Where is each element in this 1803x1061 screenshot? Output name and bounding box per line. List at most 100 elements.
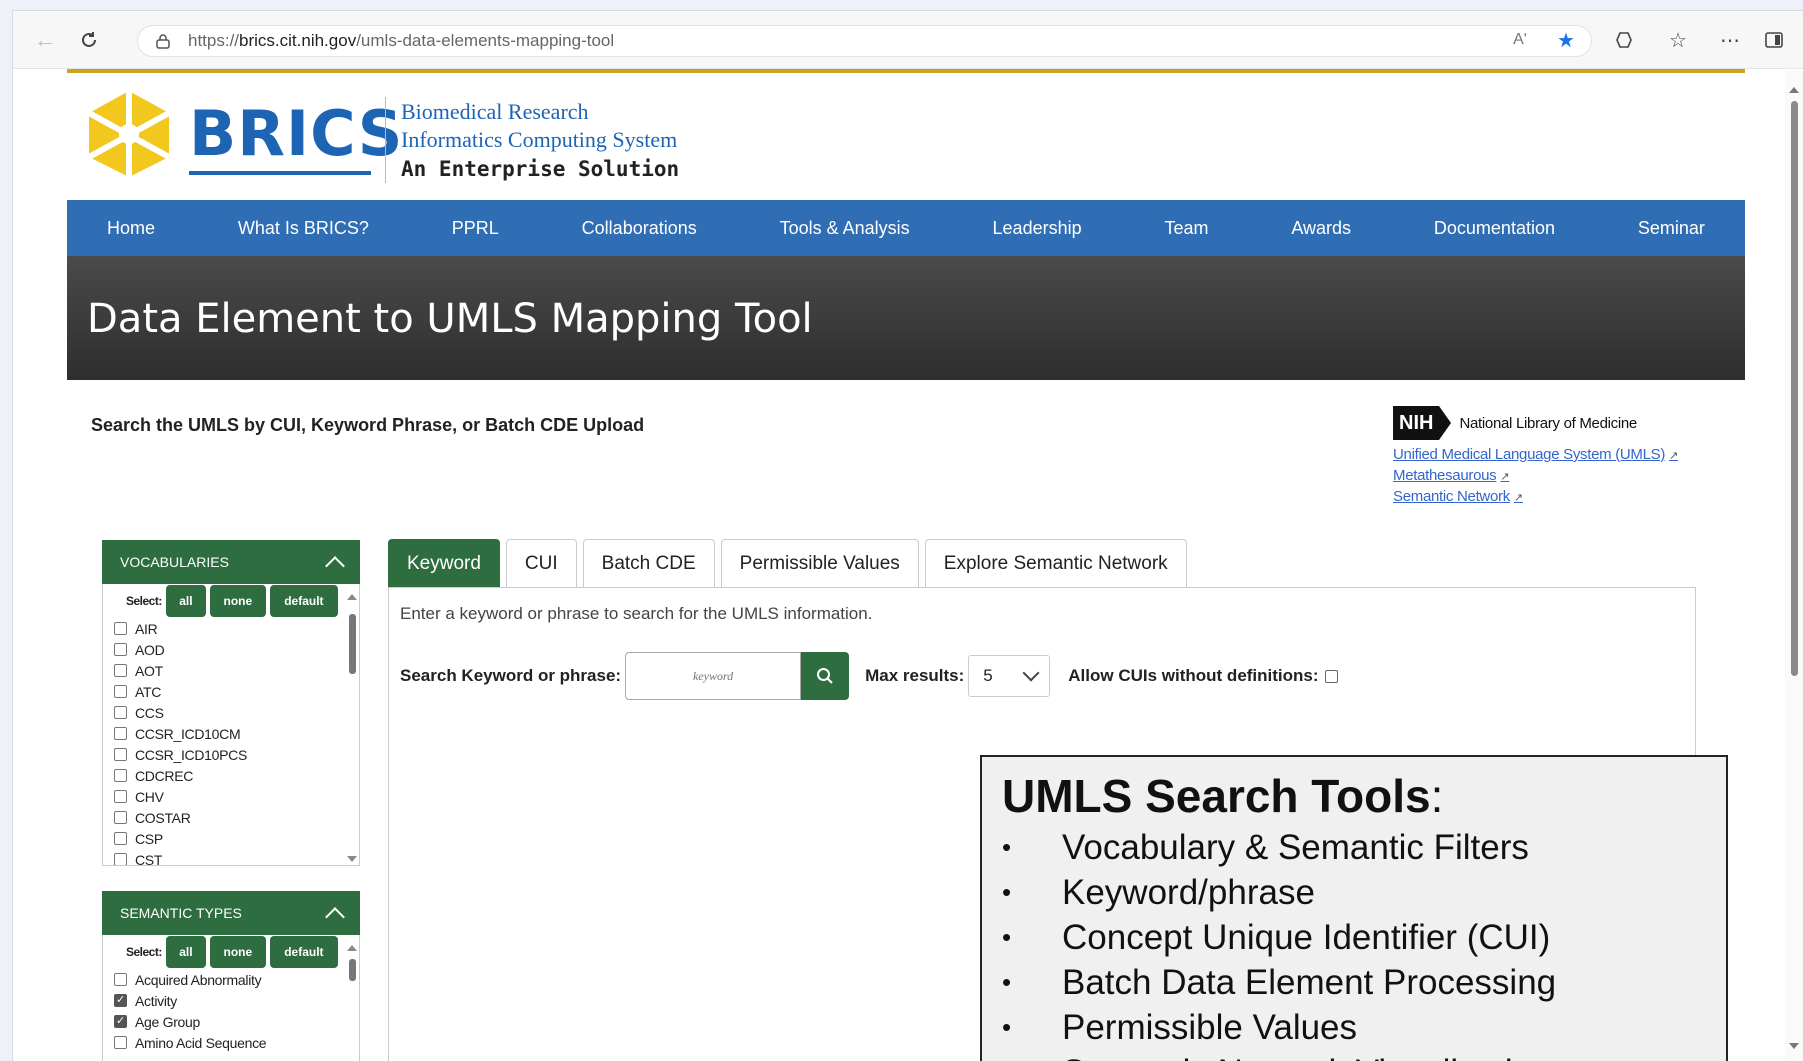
chevron-up-icon[interactable] (325, 907, 345, 927)
semtype-select-all-button[interactable]: all (165, 936, 206, 968)
vocabulary-item[interactable]: CCSR_ICD10PCS (114, 744, 359, 765)
semantic-type-item[interactable]: Acquired Abnormality (114, 969, 359, 990)
keyword-input[interactable] (625, 652, 802, 700)
scroll-thumb[interactable] (1791, 101, 1798, 676)
semantic-type-checkbox[interactable] (114, 973, 127, 986)
semantic-type-item[interactable]: Activity (114, 990, 359, 1011)
reload-icon[interactable] (75, 26, 103, 54)
vocabulary-checkbox[interactable] (114, 664, 127, 677)
vocabulary-item[interactable]: CDCREC (114, 765, 359, 786)
umls-tools-callout: UMLS Search Tools: • Vocabulary & Semanti… (980, 755, 1728, 1061)
semantic-type-checkbox[interactable] (114, 993, 127, 1007)
vocabulary-checkbox[interactable] (114, 832, 127, 845)
nav-what-is-brics[interactable]: What Is BRICS? (238, 218, 369, 239)
vocab-select-all-button[interactable]: all (165, 585, 206, 617)
tab-keyword[interactable]: Keyword (388, 539, 500, 587)
vocabulary-label: CCSR_ICD10PCS (135, 746, 248, 763)
favorite-star-icon[interactable]: ★ (1551, 25, 1581, 55)
vocabulary-checkbox[interactable] (114, 853, 127, 865)
vocabulary-checkbox[interactable] (114, 643, 127, 656)
nav-leadership[interactable]: Leadership (993, 218, 1082, 239)
vocabulary-checkbox[interactable] (114, 769, 127, 782)
max-results-label: Max results: (865, 666, 965, 685)
back-arrow-icon[interactable]: ← (31, 26, 59, 54)
link-semantic-network[interactable]: Semantic Network ↗ (1393, 488, 1723, 505)
nav-collaborations[interactable]: Collaborations (582, 218, 697, 239)
vocabulary-item[interactable]: AOT (114, 660, 359, 681)
semantic-types-title: SEMANTIC TYPES (120, 905, 242, 921)
intro-text: Search the UMLS by CUI, Keyword Phrase, … (91, 415, 645, 435)
lock-icon (156, 32, 174, 50)
semantic-types-header[interactable]: SEMANTIC TYPES (102, 891, 360, 935)
scroll-down-arrow-icon[interactable] (1789, 1043, 1799, 1049)
vocabulary-checkbox[interactable] (114, 748, 127, 761)
vocabulary-item[interactable]: CHV (114, 786, 359, 807)
vocabulary-item[interactable]: CCS (114, 702, 359, 723)
link-metathesaurus[interactable]: Metathesaurous ↗ (1393, 467, 1723, 484)
chevron-up-icon[interactable] (325, 556, 345, 576)
url-host: brics.cit.nih.gov (239, 31, 357, 50)
semantic-type-checkbox[interactable] (114, 1036, 127, 1049)
callout-item-text: Permissible Values (1062, 1007, 1358, 1047)
vocab-select-row: Select: all none default (103, 584, 359, 618)
tab-permissible-values[interactable]: Permissible Values (720, 539, 919, 587)
vocabulary-item[interactable]: CST (114, 849, 359, 865)
vocabulary-checkbox[interactable] (114, 727, 127, 740)
max-results-select[interactable]: 5 (968, 655, 1051, 697)
semantic-type-item[interactable]: Age Group (114, 1011, 359, 1032)
semantic-types-body: Select: all none default Acquired Abnorm… (102, 935, 360, 1061)
nav-tools-analysis[interactable]: Tools & Analysis (780, 218, 910, 239)
vocabulary-label: CCS (135, 704, 164, 721)
vocabulary-label: AIR (135, 620, 158, 637)
page-title: Data Element to UMLS Mapping Tool (87, 296, 813, 342)
scroll-up-arrow-icon[interactable] (1789, 87, 1799, 93)
vocab-scrollbar[interactable] (347, 594, 357, 864)
vocabulary-label: CDCREC (135, 767, 194, 784)
callout-item-text: Semantic Network Visualization (1062, 1053, 1552, 1061)
vocabulary-item[interactable]: CCSR_ICD10CM (114, 723, 359, 744)
vocabulary-checkbox[interactable] (114, 790, 127, 803)
semantic-type-checkbox[interactable] (114, 1014, 127, 1028)
vocabulary-item[interactable]: AOD (114, 639, 359, 660)
brics-logo[interactable]: BRICS Biomedical Research Informatics Co… (85, 89, 785, 189)
vocabulary-checkbox[interactable] (114, 685, 127, 698)
tab-explore-semantic-network[interactable]: Explore Semantic Network (924, 539, 1187, 587)
vocabulary-item[interactable]: AIR (114, 618, 359, 639)
tab-cui[interactable]: CUI (505, 539, 577, 587)
select-label: Select: (126, 945, 162, 959)
vocabulary-checkbox[interactable] (114, 622, 127, 635)
nav-documentation[interactable]: Documentation (1434, 218, 1555, 239)
nav-home[interactable]: Home (107, 218, 155, 239)
link-umls[interactable]: Unified Medical Language System (UMLS) ↗ (1393, 446, 1723, 463)
nav-seminar[interactable]: Seminar (1638, 218, 1705, 239)
semantic-type-item[interactable]: Amino Acid Sequence (114, 1032, 359, 1053)
address-bar[interactable]: https://brics.cit.nih.gov/umls-data-elem… (137, 25, 1592, 57)
allow-cuis-label: Allow CUIs without definitions: (1068, 666, 1319, 685)
nav-pprl[interactable]: PPRL (452, 218, 499, 239)
nav-awards[interactable]: Awards (1291, 218, 1351, 239)
sidebar-toggle-icon[interactable] (1759, 25, 1789, 55)
nav-team[interactable]: Team (1164, 218, 1208, 239)
vocabulary-checkbox[interactable] (114, 811, 127, 824)
callout-list: • Vocabulary & Semantic Filters • Keyword/p… (1002, 825, 1706, 1061)
semtype-select-none-button[interactable]: none (209, 936, 266, 968)
more-options-icon[interactable]: ⋯ (1715, 25, 1745, 55)
semtype-scrollbar[interactable] (347, 945, 357, 1061)
vocabulary-item[interactable]: ATC (114, 681, 359, 702)
nlm-title: National Library of Medicine (1459, 414, 1637, 432)
vocab-select-none-button[interactable]: none (209, 585, 266, 617)
vocabulary-checkbox[interactable] (114, 706, 127, 719)
vocab-select-default-button[interactable]: default (269, 585, 338, 617)
vocabulary-item[interactable]: CSP (114, 828, 359, 849)
read-aloud-icon[interactable]: Aʹ (1505, 25, 1535, 55)
callout-item-text: Vocabulary & Semantic Filters (1062, 827, 1529, 867)
semtype-select-default-button[interactable]: default (269, 936, 338, 968)
vocabulary-item[interactable]: COSTAR (114, 807, 359, 828)
allow-cuis-checkbox[interactable] (1324, 669, 1338, 683)
vocabularies-header[interactable]: VOCABULARIES (102, 540, 360, 584)
extensions-icon[interactable] (1609, 25, 1639, 55)
page-scrollbar[interactable] (1785, 71, 1803, 1061)
tab-batch-cde[interactable]: Batch CDE (582, 539, 715, 587)
favorites-list-icon[interactable]: ☆ (1663, 25, 1693, 55)
search-button[interactable] (801, 652, 850, 700)
